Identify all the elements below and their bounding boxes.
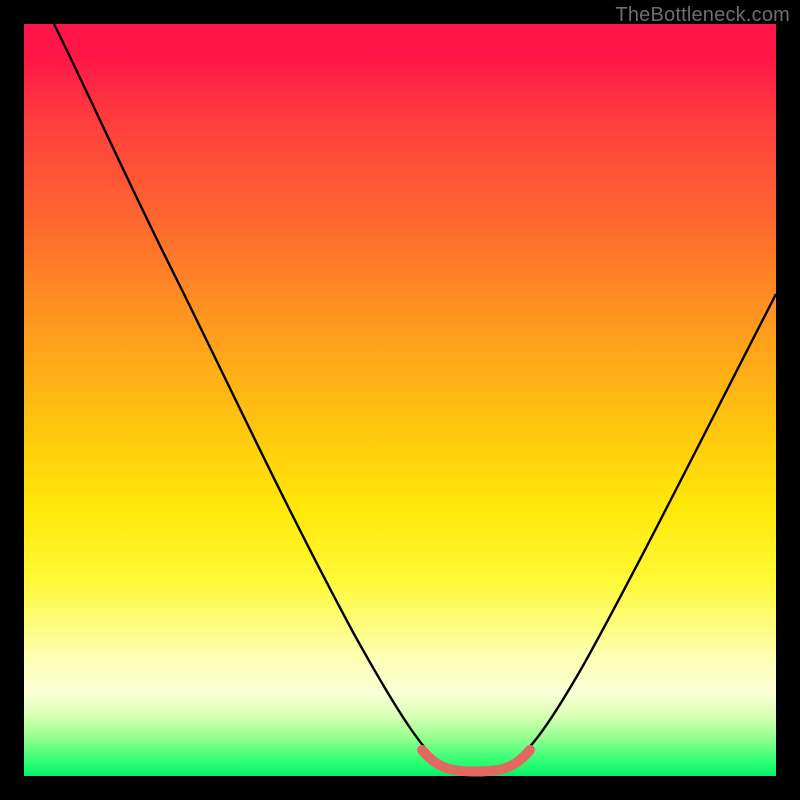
chart-svg <box>24 24 776 776</box>
trough-marker <box>422 750 530 772</box>
chart-frame: TheBottleneck.com <box>0 0 800 800</box>
plot-area <box>24 24 776 776</box>
bottleneck-curve <box>54 24 776 769</box>
watermark-text: TheBottleneck.com <box>615 4 790 27</box>
